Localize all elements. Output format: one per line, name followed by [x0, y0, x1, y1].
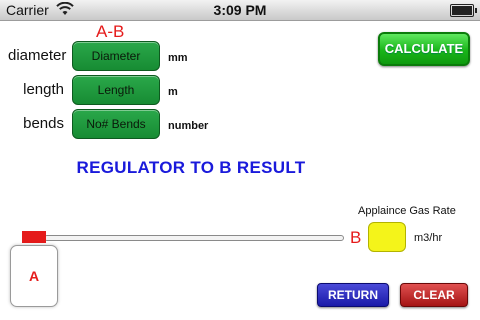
bends-field[interactable]: No# Bends — [72, 109, 160, 139]
regulator-marker — [22, 231, 46, 243]
return-button[interactable]: RETURN — [317, 283, 389, 307]
pipe-line — [44, 235, 344, 241]
bends-label: bends — [23, 115, 64, 132]
clear-button[interactable]: CLEAR — [400, 283, 468, 307]
result-title: REGULATOR TO B RESULT — [76, 158, 306, 177]
diameter-unit: mm — [168, 52, 188, 64]
bends-unit: number — [168, 120, 209, 132]
section-label: A-B — [96, 22, 125, 41]
length-label: length — [23, 81, 64, 98]
battery-icon — [450, 4, 477, 17]
status-time: 3:09 PM — [213, 2, 267, 18]
point-b-label: B — [350, 228, 362, 247]
diameter-label: diameter — [8, 47, 67, 64]
gas-rate-label: Applaince Gas Rate — [358, 205, 456, 217]
length-unit: m — [168, 86, 178, 98]
calculate-button[interactable]: CALCULATE — [378, 32, 470, 66]
point-a-box: A — [10, 245, 58, 307]
length-field[interactable]: Length — [72, 75, 160, 105]
gas-rate-unit: m3/hr — [414, 232, 443, 244]
battery-level — [452, 6, 472, 15]
gas-rate-field[interactable] — [368, 222, 406, 252]
diameter-field[interactable]: Diameter — [72, 41, 160, 71]
status-bar: Carrier 3:09 PM — [0, 0, 480, 21]
